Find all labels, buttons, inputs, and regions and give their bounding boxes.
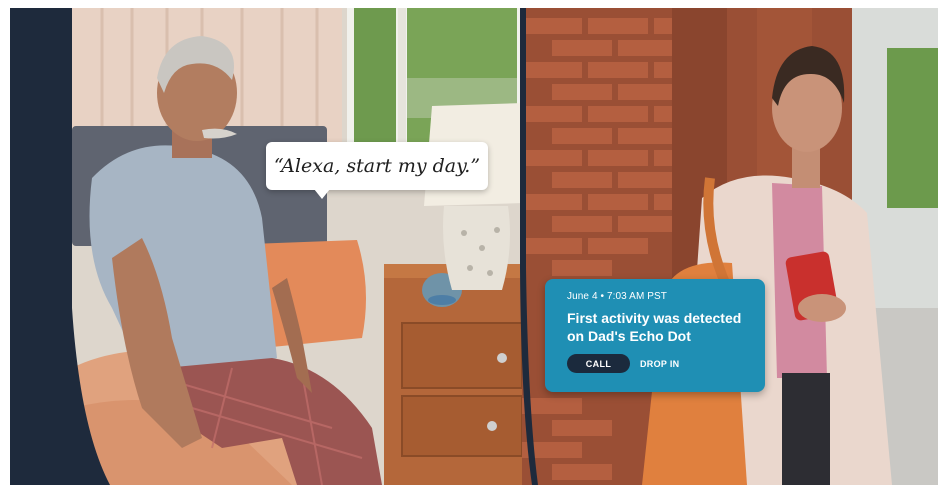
notification-message: First activity was detected on Dad's Ech…	[567, 310, 742, 344]
center-divider	[520, 8, 538, 485]
speech-bubble: “Alexa, start my day.”	[266, 142, 488, 190]
notification-timestamp: June 4 • 7:03 AM PST	[567, 291, 667, 302]
notification-actions: CALL DROP IN	[567, 354, 749, 373]
right-photo	[522, 8, 938, 485]
ad-banner: “Alexa, start my day.” June 4 • 7:03 AM …	[10, 8, 938, 485]
speech-bubble-tail	[314, 189, 330, 199]
drop-in-button[interactable]: DROP IN	[640, 359, 679, 369]
call-button[interactable]: CALL	[567, 354, 630, 373]
left-photo	[72, 8, 524, 485]
left-curve-divider	[10, 8, 110, 485]
activity-notification-card: June 4 • 7:03 AM PST First activity was …	[545, 279, 765, 392]
